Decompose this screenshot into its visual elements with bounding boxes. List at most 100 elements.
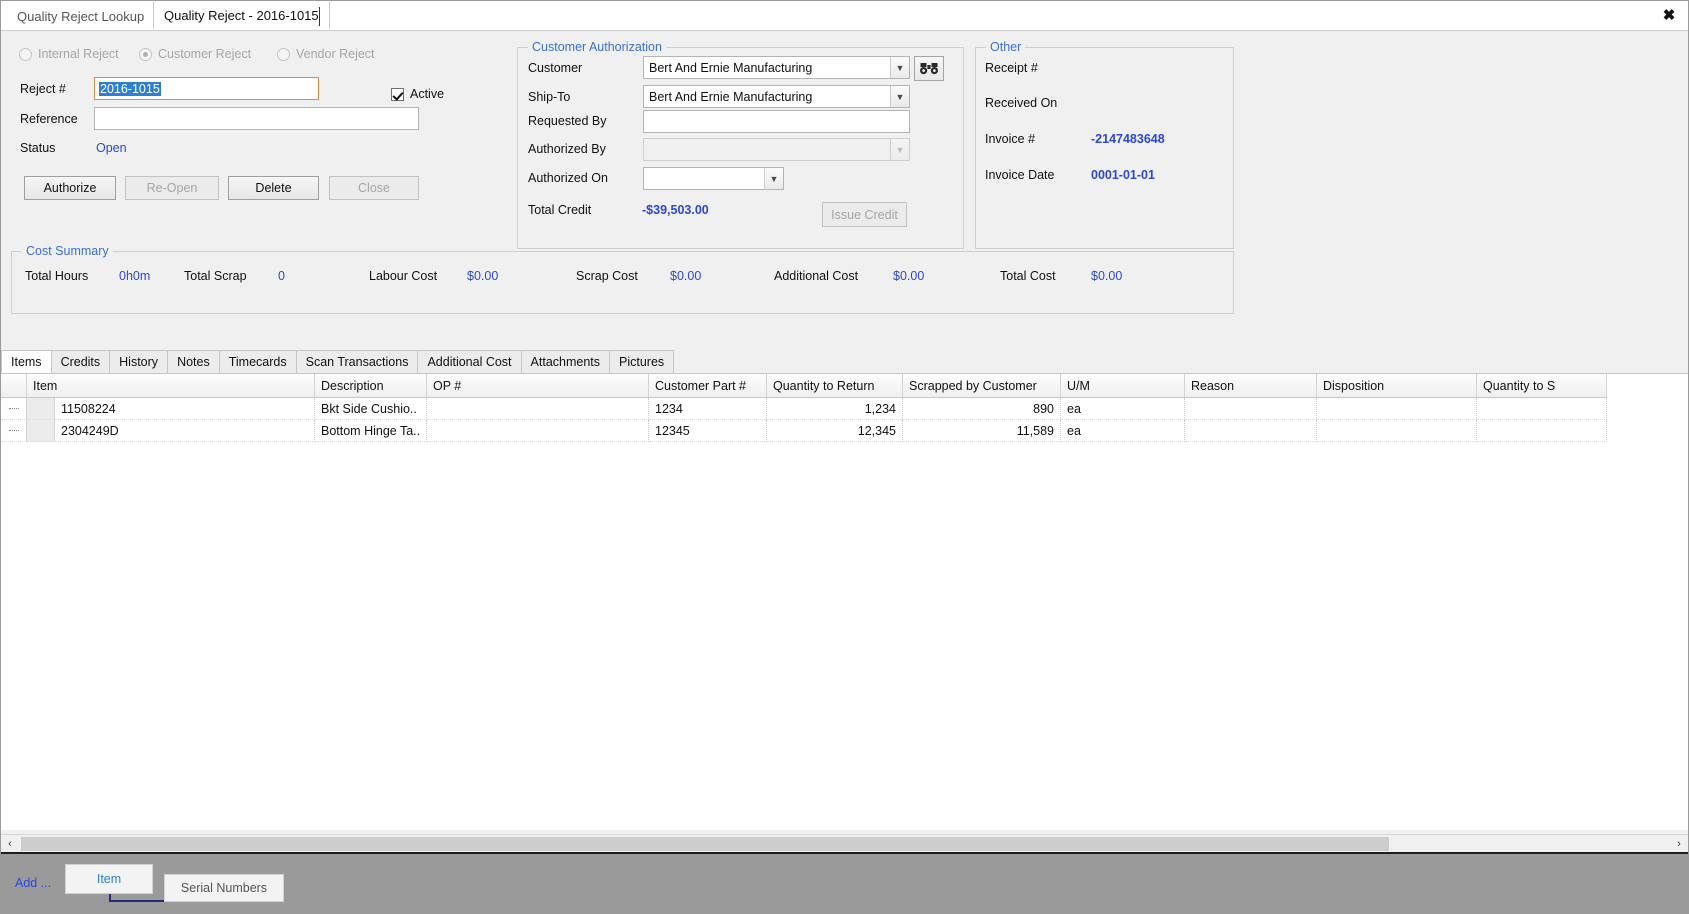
- group-title: Other: [986, 40, 1026, 54]
- horizontal-scrollbar[interactable]: ‹ ›: [1, 834, 1688, 853]
- reference-input[interactable]: [94, 107, 419, 130]
- tab-timecards[interactable]: Timecards: [218, 350, 297, 373]
- cell-value: ea: [1067, 423, 1081, 438]
- cell-scrapped-by-customer[interactable]: 11,589: [903, 420, 1061, 442]
- cell-op-[interactable]: [427, 420, 649, 442]
- chevron-down-icon[interactable]: ▼: [890, 86, 909, 107]
- tab-quality-reject-lookup[interactable]: Quality Reject Lookup: [7, 2, 155, 30]
- cell-disposition[interactable]: [1317, 420, 1477, 442]
- cell-quantity-to-return[interactable]: 12,345: [767, 420, 903, 442]
- radio-internal-reject[interactable]: Internal Reject: [19, 47, 119, 61]
- grid-row-selector-header: [1, 374, 27, 397]
- cell-reason[interactable]: [1185, 398, 1317, 420]
- tab-history[interactable]: History: [109, 350, 169, 373]
- column-header-customer-part-[interactable]: Customer Part #: [649, 374, 767, 397]
- issue-credit-button[interactable]: Issue Credit: [822, 202, 907, 227]
- column-header-label: Scrapped by Customer: [909, 378, 1037, 393]
- cell-value: Bottom Hinge Ta..: [321, 423, 421, 438]
- add-label[interactable]: Add ...: [15, 876, 51, 890]
- tab-pictures[interactable]: Pictures: [609, 350, 675, 373]
- cell-u-m[interactable]: ea: [1061, 420, 1185, 442]
- binoculars-icon[interactable]: [914, 56, 944, 81]
- column-header-label: Item: [33, 378, 58, 393]
- scrollbar-track[interactable]: [19, 834, 1670, 853]
- tab-notes[interactable]: Notes: [167, 350, 220, 373]
- cell-op-[interactable]: [427, 398, 649, 420]
- customer-combobox[interactable]: Bert And Ernie Manufacturing ▼: [643, 56, 910, 79]
- tab-credits[interactable]: Credits: [50, 350, 111, 373]
- tab-additional-cost[interactable]: Additional Cost: [417, 350, 522, 373]
- tab-scan-transactions[interactable]: Scan Transactions: [295, 350, 419, 373]
- column-header-disposition[interactable]: Disposition: [1317, 374, 1477, 397]
- requested-by-input[interactable]: [643, 110, 910, 133]
- button-label: Close: [358, 181, 390, 195]
- cell-item[interactable]: 11508224: [55, 398, 315, 420]
- scrollbar-thumb[interactable]: [21, 836, 1389, 851]
- radio-dot-icon: [277, 47, 290, 61]
- row-selector-cell[interactable]: [1, 398, 27, 420]
- cell-u-m[interactable]: ea: [1061, 398, 1185, 420]
- column-header-quantity-to-s[interactable]: Quantity to S: [1477, 374, 1607, 397]
- delete-button[interactable]: Delete: [228, 176, 319, 200]
- reopen-button[interactable]: Re-Open: [125, 176, 219, 200]
- chevron-down-icon[interactable]: ▼: [764, 168, 783, 189]
- table-row[interactable]: 11508224 Bkt Side Cushio.. 1234 1,234 890 ea: [1, 398, 1607, 420]
- column-header-quantity-to-return[interactable]: Quantity to Return: [767, 374, 903, 397]
- column-header-description[interactable]: Description: [315, 374, 427, 397]
- cell-item[interactable]: 2304249D: [55, 420, 315, 442]
- column-header-item[interactable]: Item: [27, 374, 315, 397]
- chevron-down-icon[interactable]: ▼: [890, 139, 909, 160]
- column-header-reason[interactable]: Reason: [1185, 374, 1317, 397]
- cell-description[interactable]: Bottom Hinge Ta..: [315, 420, 427, 442]
- tab-items[interactable]: Items: [1, 350, 52, 373]
- column-header-scrapped-by-customer[interactable]: Scrapped by Customer: [903, 374, 1061, 397]
- scroll-left-arrow-icon[interactable]: ‹: [1, 835, 19, 853]
- column-header-label: Reason: [1191, 378, 1235, 393]
- total-scrap-value: 0: [278, 269, 285, 283]
- cell-disposition[interactable]: [1317, 398, 1477, 420]
- authorized-on-datepicker[interactable]: ▼: [643, 167, 784, 190]
- close-icon[interactable]: ✖: [1656, 3, 1682, 27]
- cell-description[interactable]: Bkt Side Cushio..: [315, 398, 427, 420]
- reject-number-input[interactable]: 2016-1015: [94, 77, 319, 100]
- cell-value: 12,345: [857, 423, 896, 438]
- cell-value: 1,234: [864, 401, 896, 416]
- column-header-label: U/M: [1067, 378, 1090, 393]
- table-row[interactable]: 2304249D Bottom Hinge Ta.. 12345 12,345 11,5…: [1, 420, 1607, 442]
- cell-quantity-to-return[interactable]: 1,234: [767, 398, 903, 420]
- add-item-button[interactable]: Item: [65, 864, 153, 894]
- ship-to-combobox[interactable]: Bert And Ernie Manufacturing ▼: [643, 85, 910, 108]
- cell-customer-part-[interactable]: 12345: [649, 420, 767, 442]
- cell-value: 11,589: [1016, 423, 1054, 438]
- authorized-by-combobox[interactable]: ▼: [643, 138, 910, 161]
- detail-tab-strip: Items Credits History Notes Timecards Scan Tr…: [1, 350, 1688, 374]
- radio-vendor-reject[interactable]: Vendor Reject: [277, 47, 375, 61]
- tab-quality-reject-2016-1015[interactable]: Quality Reject - 2016-1015: [153, 2, 330, 30]
- cell-value: ea: [1067, 401, 1081, 416]
- total-cost-value: $0.00: [1091, 269, 1123, 283]
- scroll-right-arrow-icon[interactable]: ›: [1670, 835, 1688, 853]
- cell-scrapped-by-customer[interactable]: 890: [903, 398, 1061, 420]
- active-label: Active: [410, 87, 445, 101]
- radio-dot-icon: [19, 47, 32, 61]
- document-tab-bar: Quality Reject Lookup Quality Reject - 2…: [1, 1, 1688, 31]
- close-button[interactable]: Close: [329, 176, 419, 200]
- tab-attachments[interactable]: Attachments: [520, 350, 611, 373]
- active-checkbox[interactable]: Active: [391, 87, 444, 101]
- cell-value: 11508224: [61, 401, 116, 416]
- cell-reason[interactable]: [1185, 420, 1317, 442]
- button-label: Issue Credit: [831, 207, 898, 222]
- column-header-u-m[interactable]: U/M: [1061, 374, 1185, 397]
- column-header-op-[interactable]: OP #: [427, 374, 649, 397]
- radio-customer-reject[interactable]: Customer Reject: [139, 47, 251, 61]
- chevron-down-icon[interactable]: ▼: [890, 57, 909, 78]
- cell-value: 12345: [655, 423, 690, 438]
- serial-numbers-menu-item[interactable]: Serial Numbers: [164, 874, 284, 902]
- cell-quantity-to-s[interactable]: [1477, 420, 1607, 442]
- cell-customer-part-[interactable]: 1234: [649, 398, 767, 420]
- row-selector-cell[interactable]: [1, 420, 27, 442]
- authorize-button[interactable]: Authorize: [24, 176, 116, 200]
- column-header-label: Disposition: [1323, 378, 1385, 393]
- cell-quantity-to-s[interactable]: [1477, 398, 1607, 420]
- authorized-on-label: Authorized On: [528, 171, 608, 185]
